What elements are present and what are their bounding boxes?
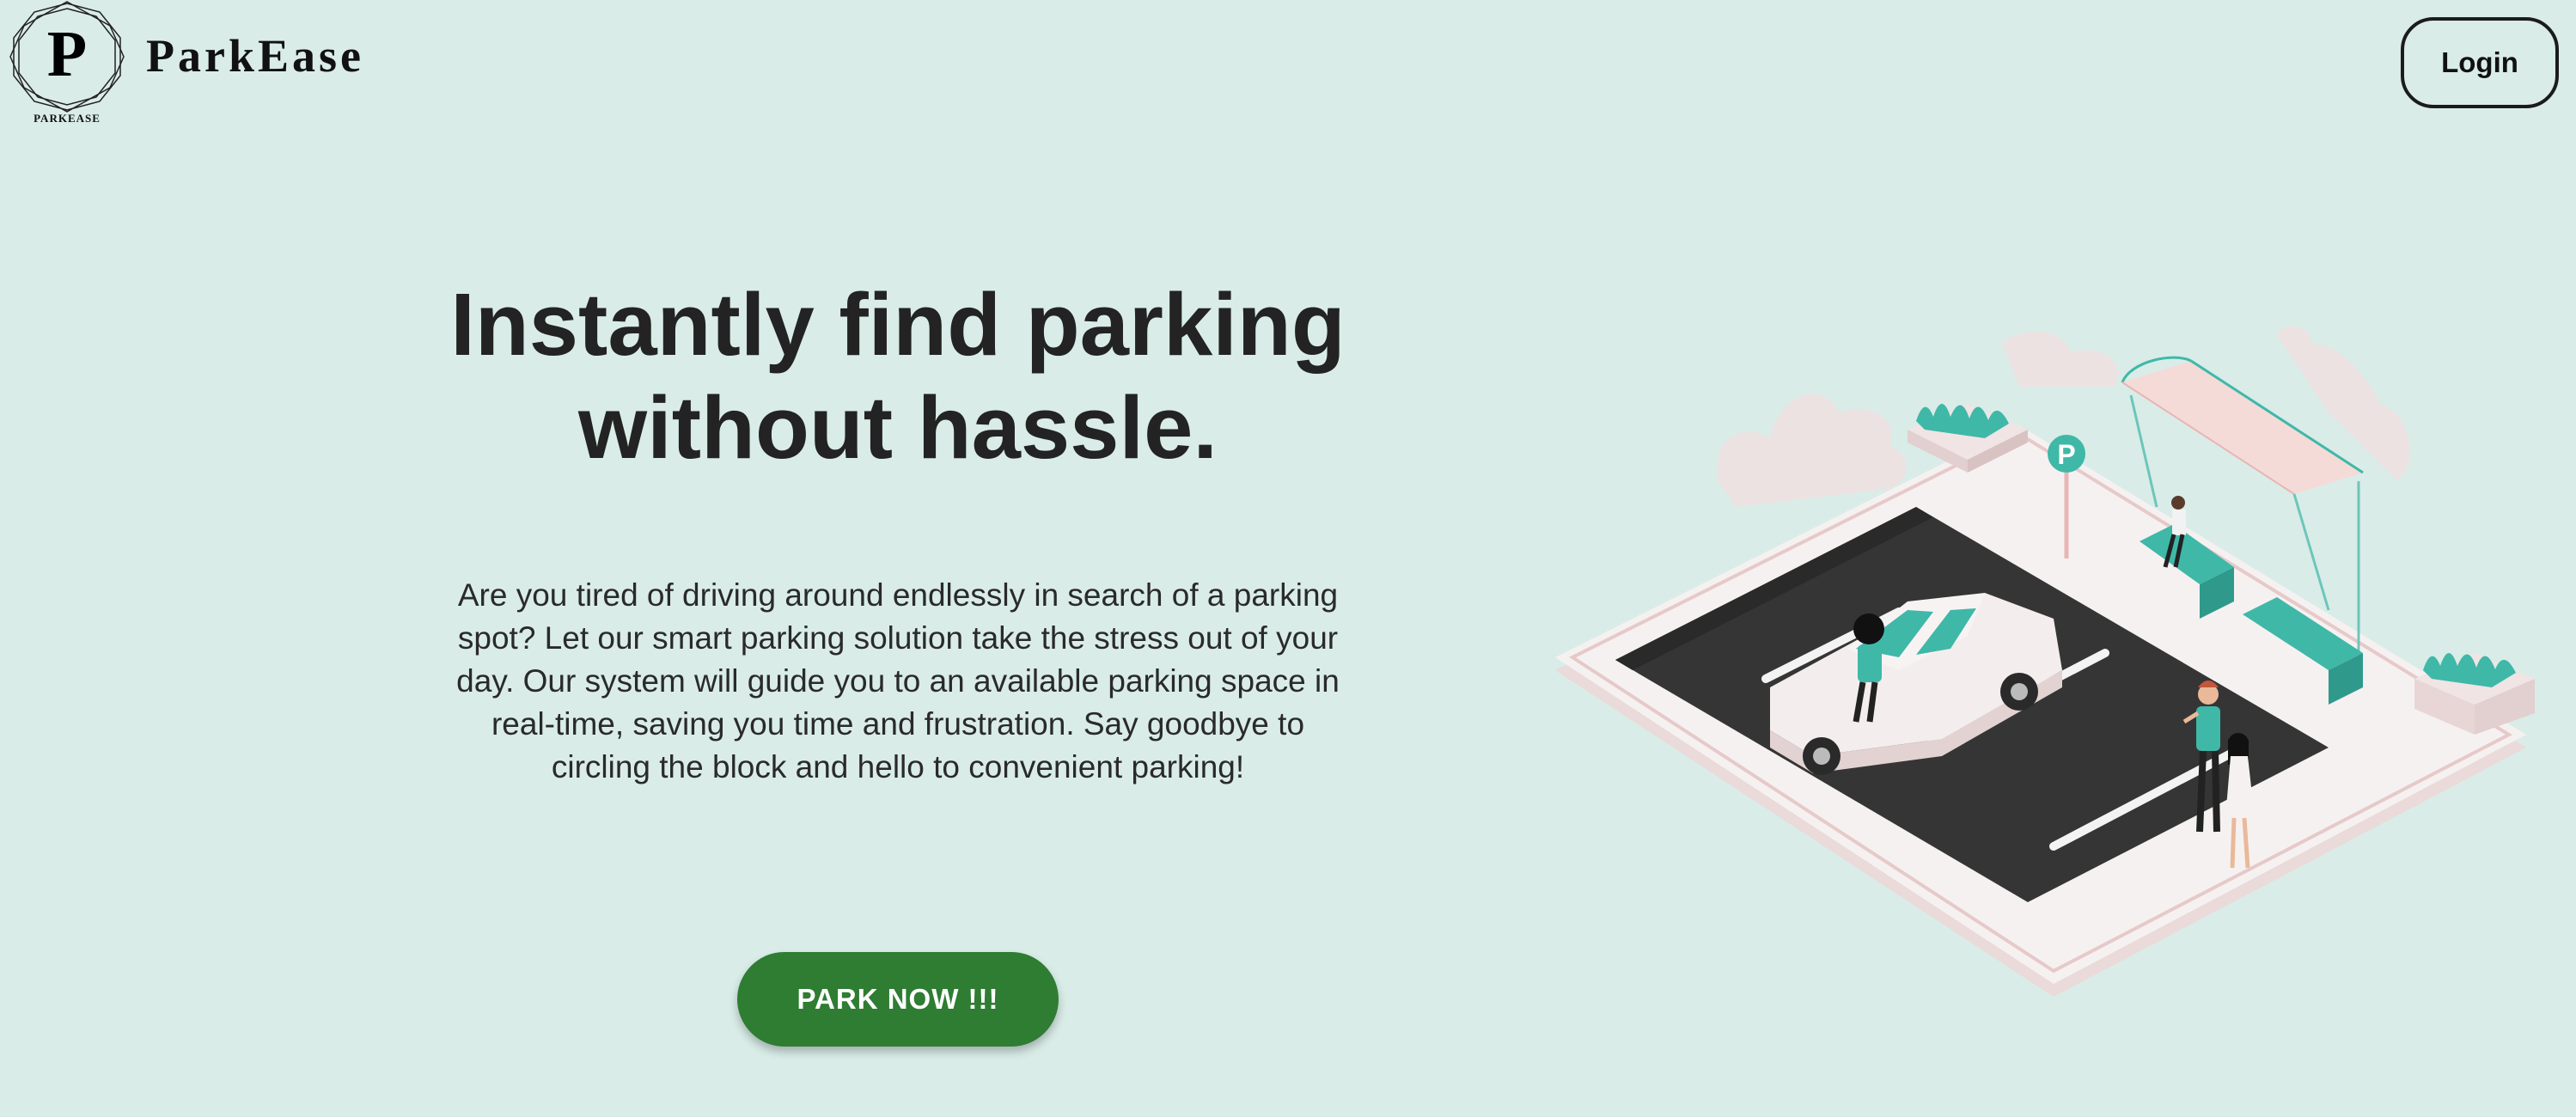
- parking-lot-illustration: P: [1538, 309, 2535, 1022]
- brand-name: ParkEase: [146, 30, 364, 82]
- login-button[interactable]: Login: [2401, 17, 2559, 108]
- landing-page: P PARKEASE ParkEase Login Instantly find…: [0, 0, 2576, 1117]
- hero-section: Instantly find parking without hassle. A…: [378, 273, 1418, 789]
- parkease-logo-icon: P: [7, 0, 127, 129]
- sign-letter: P: [2057, 439, 2075, 470]
- hero-title-line1: Instantly find parking: [450, 275, 1346, 374]
- logo-caption: PARKEASE: [34, 112, 101, 125]
- hero-title-line2: without hassle.: [578, 378, 1218, 477]
- brand[interactable]: P PARKEASE ParkEase: [7, 0, 411, 129]
- hero-title: Instantly find parking without hassle.: [378, 273, 1418, 479]
- hero-description: Are you tired of driving around endlessl…: [456, 577, 1340, 784]
- logo-letter: P: [47, 18, 87, 90]
- park-now-button[interactable]: PARK NOW !!!: [737, 952, 1059, 1047]
